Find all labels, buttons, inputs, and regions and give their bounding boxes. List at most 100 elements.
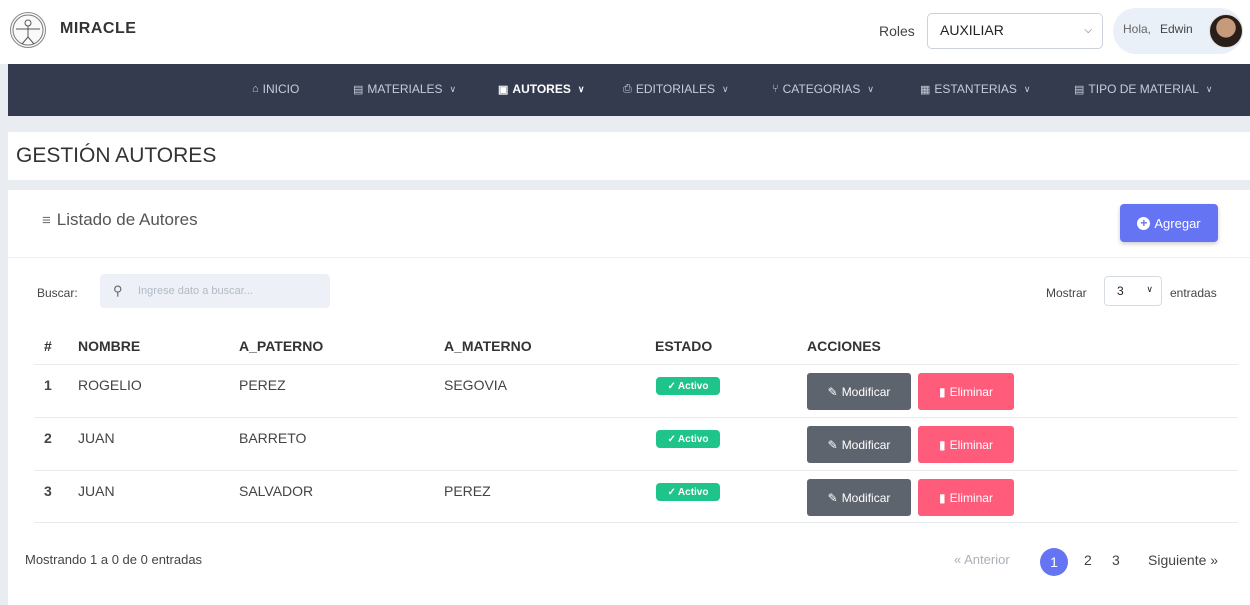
pagination-page-3[interactable]: 3 <box>1112 552 1120 568</box>
row-paterno: PEREZ <box>239 377 286 393</box>
row-paterno: BARRETO <box>239 430 307 446</box>
trash-icon: ▮ <box>939 490 946 505</box>
nav-item-label: CATEGORIAS <box>782 82 861 96</box>
chevron-down-icon: ∨ <box>577 83 585 94</box>
user-box-icon: ▣ <box>498 83 509 96</box>
roles-select-value: AUXILIAR <box>940 22 1004 38</box>
chevron-down-icon: ⌵ <box>1084 25 1092 36</box>
nav-item-estanterias[interactable]: ▦ ESTANTERIAS ∨ <box>920 82 1030 96</box>
table-row: 3 JUAN SALVADOR PEREZ ✓ Activo ✎ Modificar… <box>34 470 1238 523</box>
search-label: Buscar: <box>37 286 78 300</box>
row-nombre: JUAN <box>78 483 115 499</box>
plus-circle-icon: + <box>1137 216 1151 230</box>
shelf-icon: ▦ <box>920 83 931 96</box>
delete-button[interactable]: ▮ Eliminar <box>918 426 1014 463</box>
title-card: GESTIÓN AUTORES <box>8 132 1250 180</box>
roles-select[interactable]: AUXILIAR ⌵ <box>927 13 1103 49</box>
row-number: 3 <box>44 483 52 499</box>
nav-item-materiales[interactable]: ▤ MATERIALES ∨ <box>353 82 456 96</box>
chevron-down-icon: ∨ <box>1205 83 1213 94</box>
add-button-label: Agregar <box>1154 215 1201 231</box>
printer-icon: ⎙ <box>623 82 632 95</box>
column-header-paterno: A_PATERNO <box>239 338 324 354</box>
nav-item-label: EDITORIALES <box>635 82 715 96</box>
modify-button[interactable]: ✎ Modificar <box>807 373 911 410</box>
status-badge-label: Activo <box>677 380 709 392</box>
row-paterno: SALVADOR <box>239 483 314 499</box>
chevron-down-icon: ∨ <box>721 83 729 94</box>
roles-label: Roles <box>879 23 915 39</box>
row-number: 2 <box>44 430 52 446</box>
nav-item-tipo-material[interactable]: ▤ TIPO DE MATERIAL ∨ <box>1074 82 1212 96</box>
check-circle-icon: ✓ <box>667 380 676 392</box>
greeting-text: Hola, <box>1123 22 1152 36</box>
check-circle-icon: ✓ <box>667 433 676 445</box>
nav-item-label: INICIO <box>262 82 300 96</box>
card-header: ≡ Listado de Autores + Agregar <box>8 190 1250 258</box>
logo-icon <box>10 12 46 48</box>
nav-item-label: ESTANTERIAS <box>934 82 1017 96</box>
chevron-down-icon: ∨ <box>1023 83 1031 94</box>
top-header: MIRACLE Roles AUXILIAR ⌵ Hola, Edwin <box>0 0 1250 64</box>
tree-icon: ⑂ <box>772 83 779 95</box>
search-box: ⚲ <box>100 274 330 308</box>
nav-item-inicio[interactable]: ⌂ INICIO <box>252 82 299 96</box>
edit-icon: ✎ <box>827 490 838 505</box>
page-size-value: 3 <box>1117 284 1124 298</box>
delete-button-label: Eliminar <box>949 437 993 452</box>
table-info: Mostrando 1 a 0 de 0 entradas <box>25 552 203 567</box>
nav-item-label: MATERIALES <box>367 82 443 96</box>
trash-icon: ▮ <box>939 384 946 399</box>
row-nombre: ROGELIO <box>78 377 142 393</box>
chevron-down-icon: ∨ <box>449 83 457 94</box>
user-menu[interactable]: Hola, Edwin <box>1113 8 1243 54</box>
page-size-select[interactable]: 3 ∨ <box>1104 276 1162 306</box>
book-icon: ▤ <box>1074 83 1085 96</box>
table-row: 1 ROGELIO PEREZ SEGOVIA ✓ Activo ✎ Modific… <box>34 364 1238 417</box>
row-number: 1 <box>44 377 52 393</box>
avatar[interactable] <box>1209 14 1243 48</box>
column-header-nombre: NOMBRE <box>78 338 141 354</box>
user-name: Edwin <box>1160 22 1193 36</box>
row-materno: PEREZ <box>444 483 491 499</box>
row-materno: SEGOVIA <box>444 377 508 393</box>
pagination-page-1[interactable]: 1 <box>1040 548 1068 576</box>
status-badge: ✓ Activo <box>656 377 720 395</box>
status-badge: ✓ Activo <box>656 430 720 448</box>
nav-item-editoriales[interactable]: ⎙ EDITORIALES ∨ <box>623 82 729 96</box>
brand-name: MIRACLE <box>60 20 137 37</box>
pagination-next[interactable]: Siguiente » <box>1148 552 1218 568</box>
list-icon: ≡ <box>42 212 51 229</box>
chevron-down-icon: ∨ <box>1146 284 1153 294</box>
book-icon: ▤ <box>353 83 364 96</box>
column-header-estado: ESTADO <box>655 338 713 354</box>
pagination-page-2[interactable]: 2 <box>1084 552 1092 568</box>
modify-button[interactable]: ✎ Modificar <box>807 426 911 463</box>
authors-card: ≡ Listado de Autores + Agregar Buscar: ⚲ … <box>8 190 1250 605</box>
status-badge-label: Activo <box>677 486 709 498</box>
pagination-prev[interactable]: « Anterior <box>954 552 1010 567</box>
add-button[interactable]: + Agregar <box>1120 204 1218 242</box>
search-input[interactable] <box>138 282 318 300</box>
nav-item-categorias[interactable]: ⑂ CATEGORIAS ∨ <box>772 82 874 96</box>
nav-item-label: AUTORES <box>512 82 571 96</box>
list-title: ≡ Listado de Autores <box>42 210 198 230</box>
delete-button-label: Eliminar <box>949 384 993 399</box>
delete-button[interactable]: ▮ Eliminar <box>918 479 1014 516</box>
entries-label: entradas <box>1170 286 1217 300</box>
delete-button[interactable]: ▮ Eliminar <box>918 373 1014 410</box>
modify-button-label: Modificar <box>841 384 891 399</box>
status-badge-label: Activo <box>677 433 709 445</box>
list-title-text: Listado de Autores <box>56 210 198 229</box>
edit-icon: ✎ <box>827 384 838 399</box>
nav-item-label: TIPO DE MATERIAL <box>1088 82 1199 96</box>
column-header-acciones: ACCIONES <box>807 338 881 354</box>
nav-item-autores[interactable]: ▣ AUTORES ∨ <box>498 82 584 96</box>
edit-icon: ✎ <box>827 437 838 452</box>
delete-button-label: Eliminar <box>949 490 993 505</box>
modify-button[interactable]: ✎ Modificar <box>807 479 911 516</box>
status-badge: ✓ Activo <box>656 483 720 501</box>
column-header-materno: A_MATERNO <box>444 338 532 354</box>
trash-icon: ▮ <box>939 437 946 452</box>
chevron-down-icon: ∨ <box>867 83 874 94</box>
